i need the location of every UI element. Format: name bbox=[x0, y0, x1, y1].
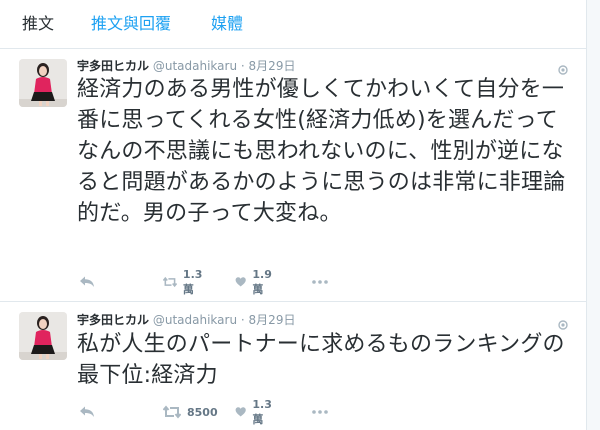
profile-photo bbox=[19, 312, 67, 360]
separator: · bbox=[240, 313, 245, 327]
reply-button[interactable] bbox=[79, 403, 95, 421]
retweet-icon bbox=[163, 276, 177, 288]
retweet-button[interactable]: 1.3萬 bbox=[163, 268, 207, 296]
retweet-icon bbox=[163, 405, 181, 419]
username[interactable]: @utadahikaru bbox=[153, 59, 237, 73]
timestamp[interactable]: 8月29日 bbox=[249, 313, 296, 327]
display-name[interactable]: 宇多田ヒカル bbox=[77, 313, 149, 327]
tab-media[interactable]: 媒體 bbox=[211, 14, 243, 34]
like-button[interactable]: 1.9萬 bbox=[235, 268, 276, 296]
reply-icon bbox=[80, 406, 94, 417]
more-icon bbox=[312, 410, 328, 414]
more-icon bbox=[312, 280, 328, 284]
avatar[interactable] bbox=[19, 312, 67, 360]
separator: · bbox=[240, 59, 245, 73]
more-button[interactable] bbox=[312, 403, 328, 421]
timestamp[interactable]: 8月29日 bbox=[249, 59, 296, 73]
tweet-header: 宇多田ヒカル @utadahikaru · 8月29日 bbox=[77, 312, 295, 328]
display-name[interactable]: 宇多田ヒカル bbox=[77, 59, 149, 73]
like-count: 1.3萬 bbox=[252, 397, 272, 426]
username[interactable]: @utadahikaru bbox=[153, 313, 237, 327]
timeline-tabs: 推文 推文與回覆 媒體 bbox=[0, 0, 586, 49]
more-button[interactable] bbox=[312, 273, 328, 291]
reply-button[interactable] bbox=[79, 273, 95, 291]
tweet-header: 宇多田ヒカル @utadahikaru · 8月29日 bbox=[77, 58, 295, 74]
tab-tweets[interactable]: 推文 bbox=[22, 14, 54, 34]
tab-tweets-and-replies[interactable]: 推文與回覆 bbox=[91, 14, 171, 34]
retweet-count: 1.3萬 bbox=[182, 267, 203, 296]
heart-icon bbox=[235, 407, 246, 417]
profile-photo bbox=[19, 59, 67, 107]
tweet-text: 私が人生のパートナーに求めるものランキングの最下位:経済力 bbox=[77, 332, 565, 388]
like-count: 1.9萬 bbox=[252, 267, 272, 296]
avatar[interactable] bbox=[19, 59, 67, 107]
chevron-down-icon[interactable] bbox=[558, 315, 568, 330]
reply-icon bbox=[80, 276, 94, 287]
like-button[interactable]: 1.3萬 bbox=[235, 398, 276, 426]
tweet[interactable]: 宇多田ヒカル @utadahikaru · 8月29日 私が人生のパートナーに求… bbox=[0, 302, 586, 430]
chevron-down-icon[interactable] bbox=[558, 60, 568, 75]
heart-icon bbox=[235, 277, 246, 287]
retweet-button[interactable]: 8500 bbox=[163, 403, 218, 421]
tweet[interactable]: 宇多田ヒカル @utadahikaru · 8月29日 経済力のある男性が優しく… bbox=[0, 49, 586, 302]
retweet-count: 8500 bbox=[187, 405, 218, 419]
tweet-text: 経済力のある男性が優しくてかわいくて自分を一番に思ってくれる女性(経済力低め)を… bbox=[77, 77, 566, 226]
profile-timeline: 推文 推文與回覆 媒體 宇多田ヒカル @utadahikaru · 8月29日 bbox=[0, 0, 587, 430]
